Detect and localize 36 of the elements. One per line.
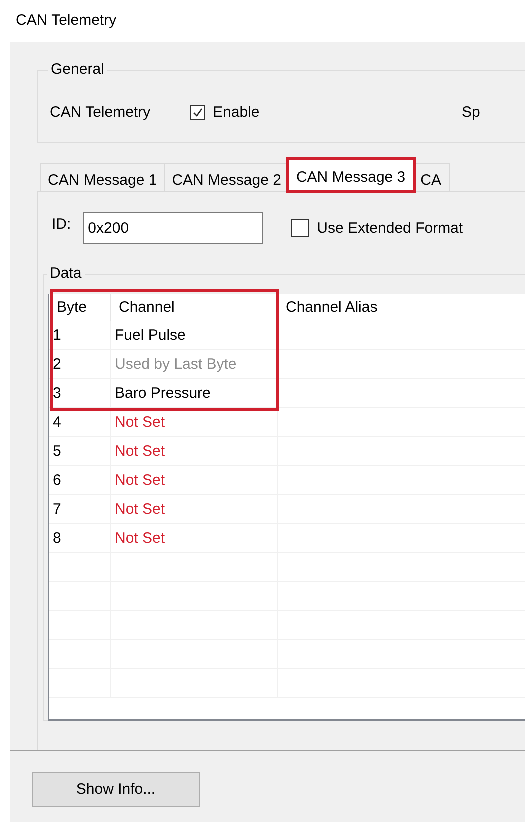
channel-cell: Not Set <box>111 408 278 436</box>
extended-format-checkbox[interactable] <box>291 219 310 237</box>
show-info-button[interactable]: Show Info... <box>32 772 200 807</box>
table-row[interactable]: 7 Not Set <box>49 495 525 524</box>
table-row[interactable]: 5 Not Set <box>49 437 525 466</box>
table-row[interactable]: 4 Not Set <box>49 408 525 437</box>
column-header[interactable]: Channel <box>111 294 278 321</box>
checkbox-label: Enable <box>213 104 260 121</box>
enable-checkbox[interactable] <box>190 105 205 120</box>
id-label: ID: <box>52 216 72 232</box>
byte-cell: 3 <box>49 379 111 407</box>
channel-cell: Baro Pressure <box>111 379 278 407</box>
channel-cell: Fuel Pulse <box>111 321 278 349</box>
byte-cell: 5 <box>49 437 111 465</box>
id-input-field[interactable]: 0x200 <box>83 212 264 244</box>
channel-cell: Not Set <box>111 495 278 523</box>
channel-cell: Not Set <box>111 466 278 494</box>
window-title: CAN Telemetry <box>16 12 117 29</box>
byte-cell: 1 <box>49 321 111 349</box>
checkbox-label: Use Extended Format <box>317 220 464 236</box>
byte-cell: 2 <box>49 350 111 378</box>
column-header[interactable]: Byte <box>49 294 111 321</box>
setting-label: CAN Telemetry <box>50 104 152 121</box>
byte-cell: 7 <box>49 495 111 523</box>
setting-label: Sp <box>462 104 480 121</box>
message-tab[interactable]: CAN Message 1 <box>40 163 166 191</box>
byte-cell: 8 <box>49 524 111 552</box>
byte-cell: 6 <box>49 466 111 494</box>
table-row[interactable]: 8 Not Set <box>49 524 525 553</box>
channel-cell: Used by Last Byte <box>111 350 278 378</box>
message-tab[interactable]: CAN Message 3 <box>288 159 414 191</box>
channel-cell: Not Set <box>111 437 278 465</box>
byte-cell: 4 <box>49 408 111 436</box>
table-row[interactable]: 6 Not Set <box>49 466 525 495</box>
channel-cell: Not Set <box>111 524 278 552</box>
column-header[interactable]: Channel Alias <box>278 294 525 321</box>
